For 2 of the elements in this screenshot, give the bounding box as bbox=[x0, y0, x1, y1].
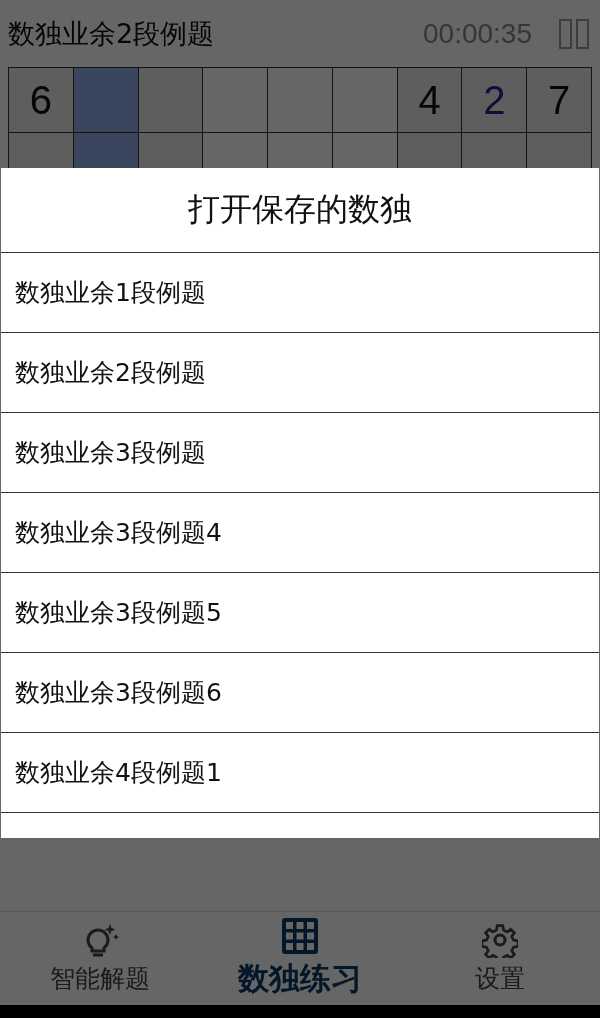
dialog-title: 打开保存的数独 bbox=[1, 168, 599, 253]
puzzle-title: 数独业余2段例题 bbox=[8, 16, 216, 51]
